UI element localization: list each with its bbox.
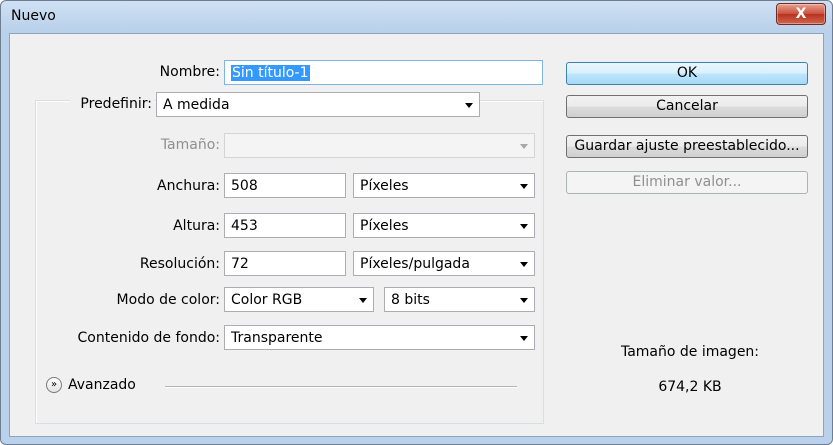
anchura-label: Anchura:	[157, 178, 220, 194]
image-size-label: Tamaño de imagen:	[620, 344, 760, 360]
ok-button[interactable]: OK	[566, 62, 808, 85]
nombre-label: Nombre:	[159, 64, 220, 80]
nombre-input[interactable]: Sin título-1	[224, 60, 543, 85]
altura-unit-value: Píxeles	[360, 218, 409, 234]
title-bar[interactable]: Nuevo X	[1, 1, 832, 33]
resolucion-input-value: 72	[231, 256, 249, 272]
fondo-select[interactable]: Transparente	[224, 325, 535, 350]
chevron-down-icon	[520, 336, 528, 341]
bits-value: 8 bits	[391, 292, 430, 308]
anchura-input[interactable]: 508	[224, 173, 346, 198]
chevron-down-icon	[359, 298, 367, 303]
tamano-select[interactable]	[224, 133, 535, 158]
modo-color-label: Modo de color:	[116, 292, 220, 308]
altura-unit-select[interactable]: Píxeles	[353, 213, 535, 238]
anchura-unit-value: Píxeles	[360, 178, 409, 194]
avanzado-divider	[165, 386, 517, 388]
predefinir-label: Predefinir:	[70, 96, 154, 112]
resolucion-input[interactable]: 72	[224, 251, 346, 276]
delete-preset-button[interactable]: Eliminar valor...	[566, 171, 808, 194]
bits-select[interactable]: 8 bits	[384, 287, 535, 312]
predefinir-select[interactable]: A medida	[156, 92, 480, 117]
modo-color-select[interactable]: Color RGB	[224, 287, 374, 312]
close-button[interactable]: X	[776, 3, 826, 25]
close-icon: X	[795, 6, 807, 22]
window-title: Nuevo	[11, 8, 56, 24]
chevron-down-icon	[520, 298, 528, 303]
cancel-button[interactable]: Cancelar	[566, 95, 808, 118]
resolucion-unit-select[interactable]: Píxeles/pulgada	[353, 251, 535, 276]
expand-chevrons-icon: »	[46, 377, 62, 393]
anchura-unit-select[interactable]: Píxeles	[353, 173, 535, 198]
chevron-down-icon	[465, 103, 473, 108]
chevron-down-icon	[520, 184, 528, 189]
nombre-input-value: Sin título-1	[231, 65, 310, 81]
modo-color-value: Color RGB	[231, 292, 303, 308]
altura-input-value: 453	[231, 218, 258, 234]
image-size-value: 674,2 KB	[658, 379, 722, 395]
anchura-input-value: 508	[231, 178, 258, 194]
chevron-down-icon	[520, 144, 528, 149]
dialog-body: Nombre: Sin título-1 Predefinir: A medid…	[9, 33, 824, 437]
avanzado-label: Avanzado	[68, 377, 136, 393]
resolucion-label: Resolución:	[139, 256, 220, 272]
tamano-label: Tamaño:	[160, 137, 220, 153]
fondo-label: Contenido de fondo:	[77, 330, 220, 346]
save-preset-button[interactable]: Guardar ajuste preestablecido...	[566, 135, 808, 158]
avanzado-toggle[interactable]: » Avanzado	[46, 376, 161, 396]
fondo-value: Transparente	[231, 330, 323, 346]
altura-input[interactable]: 453	[224, 213, 346, 238]
resolucion-unit-value: Píxeles/pulgada	[360, 256, 470, 272]
predefinir-select-value: A medida	[163, 97, 230, 113]
chevron-down-icon	[520, 224, 528, 229]
altura-label: Altura:	[173, 218, 220, 234]
dialog-window: Nuevo X Nombre: Sin título-1 Predefinir:…	[0, 0, 833, 445]
chevron-down-icon	[520, 262, 528, 267]
